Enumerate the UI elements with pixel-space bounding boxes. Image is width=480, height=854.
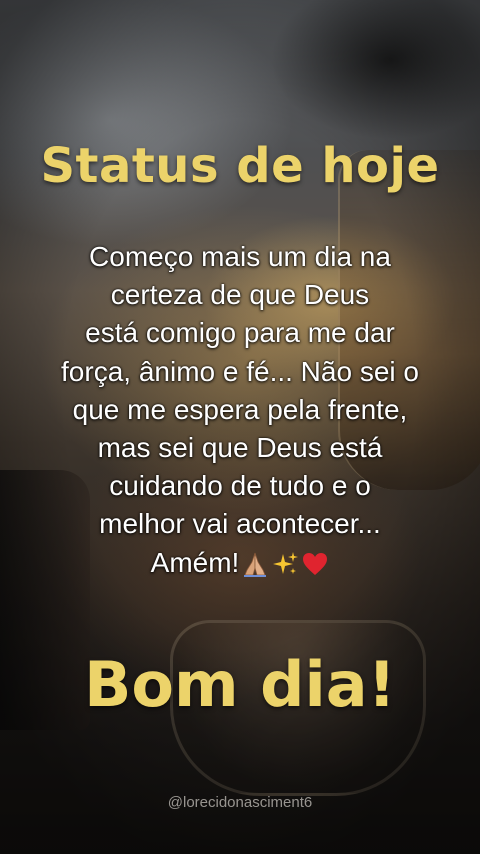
sparkles-icon xyxy=(271,550,299,578)
post-content: Status de hoje Começo mais um dia na cer… xyxy=(0,0,480,854)
message-line: cuidando de tudo e o xyxy=(109,470,371,502)
amen-text: Amém! xyxy=(150,546,240,578)
message-line: está comigo para me dar xyxy=(85,317,395,349)
message-text: Começo mais um dia na certeza de que Deu… xyxy=(20,238,460,582)
message-line: que me espera pela frente, xyxy=(72,393,408,425)
message-line: certeza de que Deus xyxy=(110,279,370,311)
red-heart-icon xyxy=(301,550,329,578)
status-title: Status de hoje xyxy=(40,138,440,194)
emoji-row xyxy=(241,550,329,578)
praying-hands-icon xyxy=(241,550,269,578)
message-line: mas sei que Deus está xyxy=(97,432,383,464)
greeting-text: Bom dia! xyxy=(84,648,396,721)
message-line: melhor vai acontecer... xyxy=(99,508,381,540)
message-line-final: Amém! xyxy=(20,544,460,582)
creator-watermark: @lorecidonasciment6 xyxy=(167,794,313,811)
message-line: força, ânimo e fé... Não sei o xyxy=(61,355,419,387)
status-screen: Status de hoje Começo mais um dia na cer… xyxy=(0,0,480,854)
message-line: Começo mais um dia na xyxy=(89,241,391,272)
